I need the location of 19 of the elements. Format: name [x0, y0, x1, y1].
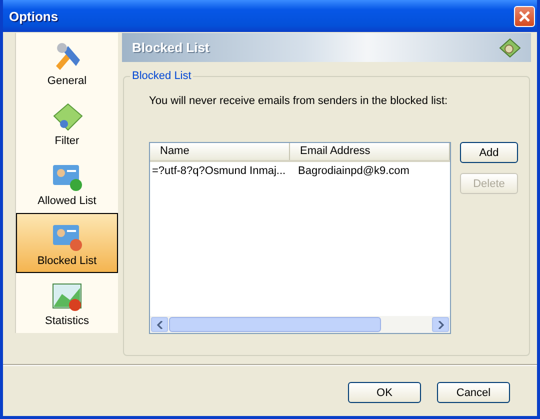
dialog-button[interactable]: OK	[348, 382, 421, 403]
table-cell-text: Bagrodiainpd@k9.com	[297, 165, 410, 177]
window-title: Options	[9, 8, 58, 24]
close-button[interactable]	[514, 6, 535, 26]
sidebar-item[interactable]: Blocked List	[16, 213, 118, 273]
sidebar-item[interactable]: General	[16, 33, 118, 93]
close-icon	[518, 10, 531, 22]
sidebar-item[interactable]: Statistics	[16, 273, 118, 333]
list-button[interactable]: Add	[460, 142, 518, 163]
horizontal-scrollbar[interactable]	[150, 316, 450, 333]
header-title: Blocked List	[132, 40, 210, 55]
table-cell-text: =?utf-8?q?Osmund Inmaj...	[151, 165, 287, 177]
column-header[interactable]: Email Address	[290, 143, 450, 160]
column-header[interactable]: Name	[150, 143, 290, 160]
group-title: Blocked List	[130, 70, 194, 82]
description: You will never receive emails from senders in the blocked list:	[149, 95, 449, 107]
dialog-button[interactable]: Cancel	[437, 382, 510, 403]
sidebar-item[interactable]: Filter	[16, 93, 118, 153]
sidebar-item[interactable]: Allowed List	[16, 153, 118, 213]
